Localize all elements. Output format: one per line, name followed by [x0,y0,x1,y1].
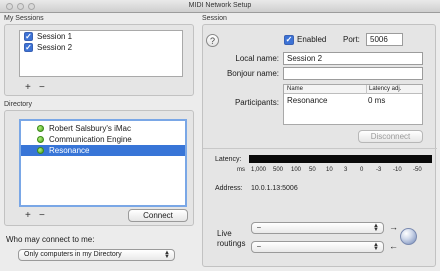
directory-label: Directory [4,101,33,108]
column-latency-adj[interactable]: Latency adj. [366,85,401,94]
arrow-left-icon: ← [389,241,398,251]
latency-scale-label: -3 [376,167,382,173]
latency-scale-label: -50 [413,167,422,173]
latency-scale-label: 0 [360,167,364,173]
bonjour-name-field[interactable] [283,67,423,80]
latency-scale-label: 3 [344,167,348,173]
bonjour-name-label: Bonjour name: [226,69,279,78]
latency-scale-label: 1,000 [251,167,267,173]
title-bar: MIDI Network Setup [0,0,440,13]
participant-latency[interactable]: 0 ms [368,96,385,105]
session-label: Session [202,15,227,22]
popup-arrows-icon: ▲ ▼ [373,223,379,233]
latency-scale-label: 10 [326,167,333,173]
address-label: Address: [215,185,243,192]
popup-arrows-icon: ▲ ▼ [373,242,379,252]
session-row[interactable]: ✓ Session 1 [20,31,182,42]
participants-header: Name Latency adj. [284,85,422,94]
status-online-icon [37,136,44,143]
my-sessions-label: My Sessions [4,15,44,22]
directory-item-label: Resonance [49,146,90,155]
arrow-right-icon: → [389,222,398,232]
session-label: Session 2 [37,43,73,52]
sessions-list[interactable]: ✓ Session 1 ✓ Session 2 [19,30,183,77]
status-online-icon [37,125,44,132]
routing-in-value: – [257,224,261,231]
session-checkbox[interactable]: ✓ [24,32,33,41]
add-directory-button[interactable]: + [25,210,31,221]
who-may-connect-value: Only computers in my Directory [24,251,122,258]
add-session-button[interactable]: + [25,82,31,93]
window-title: MIDI Network Setup [188,2,252,9]
enabled-label: Enabled [297,35,327,44]
who-may-connect-popup[interactable]: Only computers in my Directory ▲ ▼ [18,249,175,261]
divider [203,148,437,149]
participant-row[interactable]: Resonance 0 ms [284,94,422,106]
enabled-checkbox[interactable]: ✓ [284,35,294,45]
session-checkbox[interactable]: ✓ [24,43,33,52]
network-globe-icon [400,228,417,245]
local-name-label: Local name: [235,54,279,63]
connect-button[interactable]: Connect [128,209,188,222]
routing-out-popup[interactable]: – ▲ ▼ [251,241,384,253]
directory-list[interactable]: Robert Salsbury's iMac Communication Eng… [19,119,187,207]
remove-directory-button[interactable]: − [39,210,45,221]
directory-item-label: Robert Salsbury's iMac [49,124,131,133]
status-online-icon [37,147,44,154]
directory-group: Robert Salsbury's iMac Communication Eng… [4,110,194,226]
participants-label: Participants: [234,98,279,107]
latency-scale-label: 50 [309,167,316,173]
column-name[interactable]: Name [287,85,303,94]
participant-name: Resonance [287,96,328,105]
latency-label: Latency: [215,156,242,163]
directory-item-label: Communication Engine [49,135,132,144]
local-name-field[interactable]: Session 2 [283,52,423,65]
help-button[interactable]: ? [206,34,219,47]
latency-scale-label: 100 [291,167,302,173]
routing-out-value: – [257,243,261,250]
routing-in-popup[interactable]: – ▲ ▼ [251,222,384,234]
address-value: 10.0.1.13:5006 [251,185,298,192]
port-label: Port: [343,35,360,44]
latency-scale-label: -10 [393,167,402,173]
latency-scale-label: 500 [273,167,284,173]
live-routings-label: Live routings [217,229,246,248]
directory-row-selected[interactable]: Resonance [21,145,185,156]
directory-row[interactable]: Robert Salsbury's iMac [21,123,185,134]
session-row[interactable]: ✓ Session 2 [20,42,182,53]
latency-scale-unit: ms [237,167,245,173]
port-field[interactable]: 5006 [366,33,403,46]
session-label: Session 1 [37,32,73,41]
participants-table[interactable]: Name Latency adj. Resonance 0 ms [283,84,423,125]
latency-scale: ms 1,000 500 100 50 10 3 0 -3 -10 -50 [237,164,432,176]
disconnect-button[interactable]: Disconnect [358,130,423,143]
my-sessions-group: ✓ Session 1 ✓ Session 2 + − [4,24,194,96]
session-group: ? ✓ Enabled Port: 5006 Local name: Sessi… [202,24,437,267]
latency-meter [249,155,432,163]
remove-session-button[interactable]: − [39,82,45,93]
who-may-connect-label: Who may connect to me: [6,235,95,244]
directory-row[interactable]: Communication Engine [21,134,185,145]
popup-arrows-icon: ▲ ▼ [164,250,170,260]
